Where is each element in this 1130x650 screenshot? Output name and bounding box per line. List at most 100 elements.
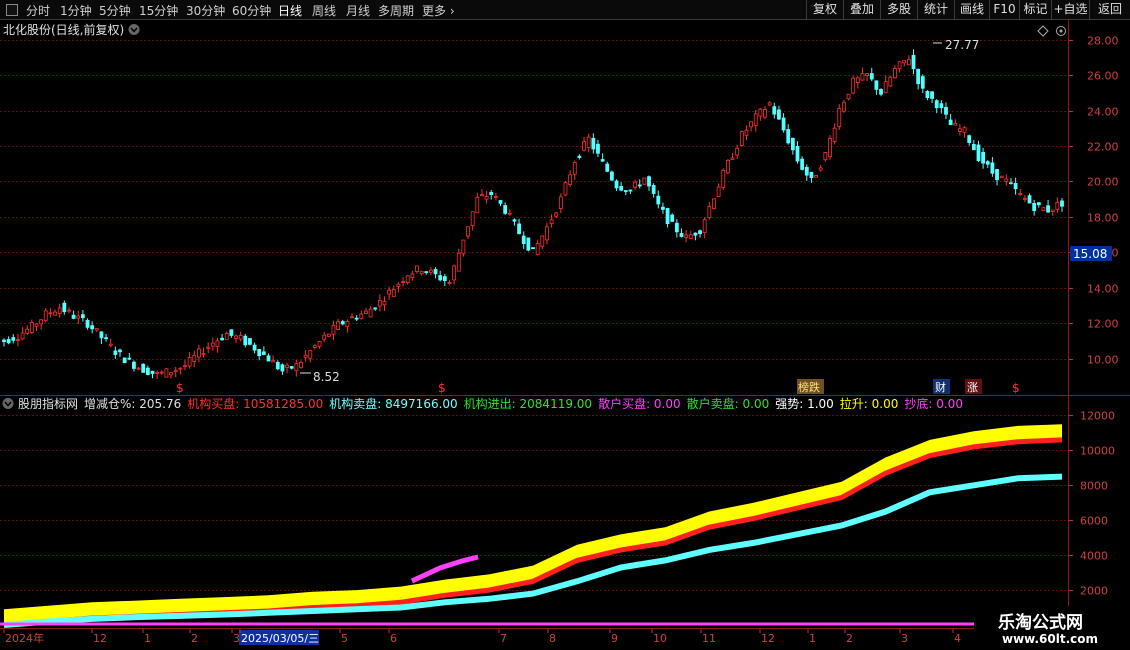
candle-body xyxy=(507,212,512,215)
candle-body xyxy=(688,234,693,239)
candle-body xyxy=(614,180,619,189)
indicator-value-7: 拉升: 0.00 xyxy=(840,396,899,411)
candle-body xyxy=(401,281,405,283)
candle-body xyxy=(600,159,605,162)
candle-body xyxy=(271,360,276,363)
candle-body xyxy=(80,314,85,318)
candle-body xyxy=(846,93,851,100)
time-tick-label: 5 xyxy=(341,632,348,645)
candle-body xyxy=(902,60,907,64)
candle-body xyxy=(651,185,656,194)
candle-body xyxy=(39,319,44,325)
candle-body xyxy=(795,145,800,162)
candle-body xyxy=(234,335,238,339)
candle-body xyxy=(480,194,484,197)
candle-body xyxy=(396,283,401,287)
high-price-annotation: 27.77 xyxy=(933,38,979,52)
indicator-tick-label: 4000 xyxy=(1080,550,1108,563)
time-tick-label: 2 xyxy=(846,632,853,645)
candle-body xyxy=(800,158,805,170)
high-price-label: 27.77 xyxy=(945,38,979,52)
low-price-label: 8.52 xyxy=(313,370,340,384)
candle-body xyxy=(303,354,308,358)
candlestick-series xyxy=(2,49,1064,379)
candle-body xyxy=(893,68,897,79)
indicator-tick-label: 6000 xyxy=(1080,515,1108,528)
candle-body xyxy=(145,367,150,376)
marker-dollar-2: $ xyxy=(438,381,446,395)
candle-body xyxy=(1050,209,1055,212)
candle-body xyxy=(554,212,559,217)
time-tick-label: 9 xyxy=(611,632,618,645)
price-tick-label: 24.00 xyxy=(1087,106,1119,119)
price-axis: 28.0026.0024.0022.0020.0018.0016.0014.00… xyxy=(1068,35,1119,367)
candle-body xyxy=(665,208,670,225)
chevron-down-icon[interactable] xyxy=(128,24,140,35)
indicator-name: 股朋指标网 xyxy=(18,396,78,411)
stock-title: 北化股份(日线,前复权) xyxy=(3,22,124,37)
candle-body xyxy=(20,332,25,340)
indicator-collapse-icon[interactable] xyxy=(2,398,14,409)
time-tick-label: 3 xyxy=(901,632,908,645)
candle-body xyxy=(136,367,141,370)
candle-body xyxy=(350,316,354,319)
candle-body xyxy=(85,319,90,328)
indicator-value-3: 机构进出: 2084119.00 xyxy=(464,396,592,411)
candle-body xyxy=(981,151,986,164)
candle-body xyxy=(851,77,856,94)
candle-body xyxy=(642,177,647,185)
candle-body xyxy=(294,363,299,372)
candle-body xyxy=(498,200,503,204)
candle-body xyxy=(415,265,419,272)
diamond-icon[interactable] xyxy=(1037,25,1049,37)
candle-body xyxy=(999,175,1004,179)
time-tick-label: 12 xyxy=(761,632,775,645)
candle-body xyxy=(549,219,554,224)
candle-body xyxy=(526,237,531,251)
candle-body xyxy=(25,328,30,334)
chart-canvas[interactable]: 28.0026.0024.0022.0020.0018.0016.0014.00… xyxy=(0,0,1130,650)
indicator-value-5: 散户卖盘: 0.00 xyxy=(687,396,770,411)
candle-body xyxy=(953,122,958,126)
indicator-series xyxy=(0,424,1068,628)
candle-body xyxy=(828,138,832,158)
time-tick-label: 7 xyxy=(500,632,507,645)
candle-body xyxy=(596,143,600,154)
candle-body xyxy=(220,337,224,341)
candle-body xyxy=(252,344,257,351)
candle-body xyxy=(16,339,20,341)
candle-body xyxy=(772,106,777,115)
price-tick-label: 22.00 xyxy=(1087,141,1119,154)
settings-icon[interactable] xyxy=(1056,26,1066,36)
time-tick-label: 4 xyxy=(954,632,961,645)
candle-body xyxy=(1009,182,1013,185)
indicator-value-0: 增减仓%: 205.76 xyxy=(84,397,181,411)
candle-body xyxy=(493,196,498,198)
candle-body xyxy=(433,269,438,275)
buy-line xyxy=(3,437,1063,628)
candle-body xyxy=(777,109,781,120)
candle-body xyxy=(679,233,684,237)
candle-body xyxy=(674,222,679,233)
candle-body xyxy=(57,307,62,314)
candle-body xyxy=(210,342,215,347)
price-tick-label: 12.00 xyxy=(1087,318,1119,331)
candle-body xyxy=(155,371,160,374)
candle-body xyxy=(71,314,76,319)
candle-body xyxy=(257,349,262,357)
time-tick-label: 1 xyxy=(809,632,816,645)
candle-body xyxy=(368,308,373,318)
indicator-tick-label: 2000 xyxy=(1080,585,1108,598)
price-badge: 15.08 xyxy=(1073,247,1107,261)
candle-body xyxy=(313,345,317,348)
candle-body xyxy=(201,353,206,355)
candle-body xyxy=(108,343,113,346)
candle-body xyxy=(373,307,378,310)
candle-body xyxy=(879,89,883,95)
candle-body xyxy=(1060,200,1064,207)
candle-body xyxy=(1055,201,1060,210)
candle-body xyxy=(11,337,16,341)
candle-body xyxy=(206,346,211,349)
candle-body xyxy=(586,136,591,148)
candle-body xyxy=(53,311,57,316)
